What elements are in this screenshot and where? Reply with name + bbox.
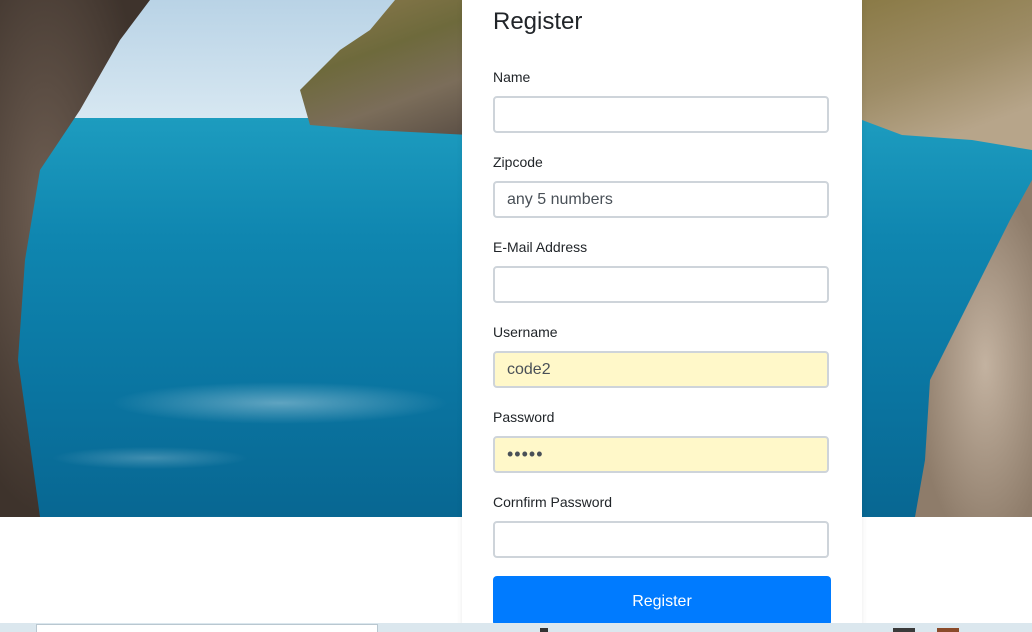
cliff-right xyxy=(862,0,1032,150)
username-field[interactable]: code2 xyxy=(493,351,829,388)
zipcode-field[interactable]: any 5 numbers xyxy=(493,181,829,218)
name-label: Name xyxy=(493,69,531,85)
username-label: Username xyxy=(493,324,558,340)
register-button[interactable]: Register xyxy=(493,576,831,626)
name-field[interactable] xyxy=(493,96,829,133)
taskbar-search-box[interactable] xyxy=(36,624,378,632)
taskbar-app-icon[interactable] xyxy=(937,628,959,632)
register-card: Register Name Zipcode any 5 numbers E-Ma… xyxy=(462,0,862,632)
password-field[interactable]: ••••• xyxy=(493,436,829,473)
page-title: Register xyxy=(493,8,583,35)
email-field[interactable] xyxy=(493,266,829,303)
taskbar-icon[interactable] xyxy=(540,628,548,632)
zipcode-label: Zipcode xyxy=(493,154,543,170)
confirm-password-label: Cornfirm Password xyxy=(493,494,613,510)
confirm-password-field[interactable] xyxy=(493,521,829,558)
email-label: E-Mail Address xyxy=(493,239,588,255)
password-label: Password xyxy=(493,409,555,425)
taskbar-app-icon[interactable] xyxy=(893,628,915,632)
